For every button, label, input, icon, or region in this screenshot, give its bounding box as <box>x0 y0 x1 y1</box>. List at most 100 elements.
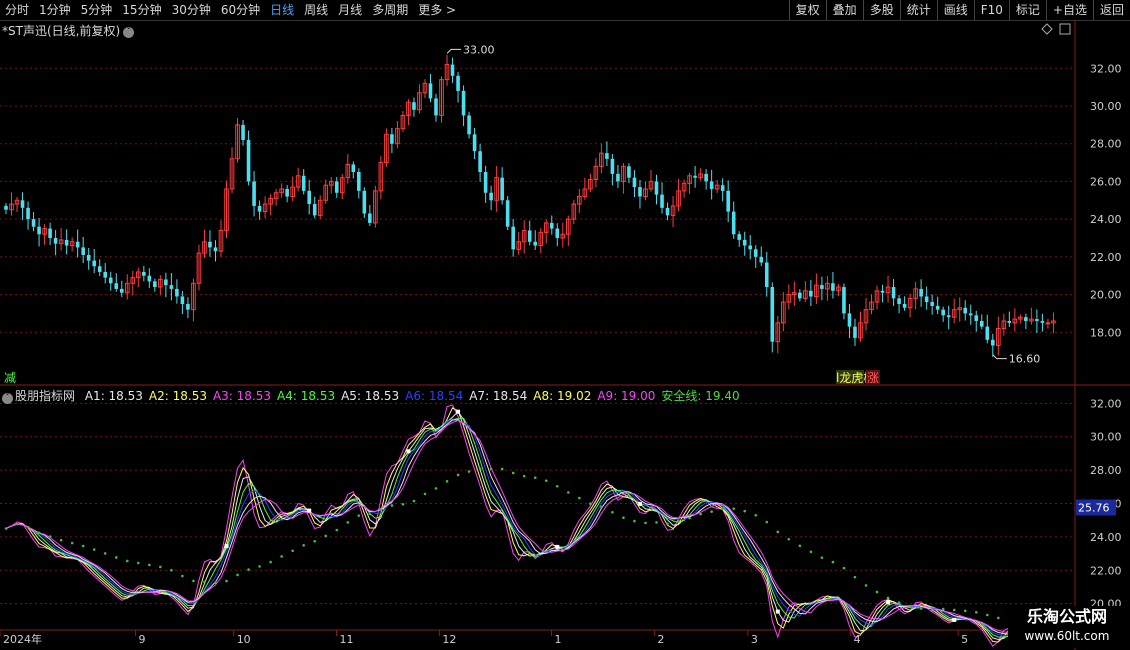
indicator-tick-label: 30.00 <box>1090 431 1122 444</box>
candle-body <box>357 172 361 191</box>
candle-body <box>213 247 218 252</box>
time-tick-label: 12 <box>442 633 456 646</box>
rise-tag: 涨 <box>867 370 879 385</box>
candle-body <box>147 275 152 282</box>
candle-body <box>412 102 416 110</box>
indicator-value-4: A5: 18.53 <box>341 389 400 403</box>
safety-line-dot <box>445 480 449 483</box>
safety-line-dot <box>997 616 1000 620</box>
candle-body <box>114 283 119 289</box>
chevron-down-icon[interactable]: ˅ <box>2 393 13 404</box>
safety-line-dot <box>500 467 504 471</box>
candle-body <box>312 204 317 216</box>
candle-body <box>709 181 714 189</box>
indicator-line-1 <box>5 407 1054 643</box>
candle-body <box>632 177 637 188</box>
indicator-value-8: A9: 19.00 <box>597 389 656 403</box>
candle-body <box>252 181 256 206</box>
time-tick-label: 2024年 <box>3 632 42 646</box>
signal-marker <box>456 409 461 414</box>
candle-body <box>434 98 438 116</box>
candle-body <box>334 181 339 193</box>
indicator-value-0: A1: 18.53 <box>84 389 143 403</box>
candle-body <box>704 173 708 182</box>
safety-line-dot <box>952 608 956 612</box>
indicator-name: 股朋指标网 <box>15 389 76 403</box>
safety-line-dot <box>655 521 658 524</box>
time-tick-label: 5 <box>961 633 968 646</box>
safety-line-dot <box>732 507 735 510</box>
candle-body <box>186 304 190 310</box>
safety-line-dot <box>368 512 372 516</box>
candle-body <box>208 241 212 248</box>
indicator-tick-label: 24.00 <box>1090 531 1122 544</box>
candle-body <box>638 187 642 197</box>
safety-line-dot <box>853 575 857 579</box>
watermark-url: www.60lt.com <box>1024 629 1110 643</box>
candle-body <box>368 213 372 223</box>
candle-body <box>979 320 984 327</box>
safety-line-dot <box>192 579 195 583</box>
candle-body <box>31 219 36 227</box>
candle-body <box>53 238 58 244</box>
candle-body <box>1045 322 1051 325</box>
indicator-value-7: A8: 19.02 <box>533 389 592 403</box>
candle-body <box>500 177 504 201</box>
candle-body <box>241 124 245 140</box>
safety-line-dot <box>809 550 813 554</box>
candle-body <box>935 305 940 310</box>
candle-body <box>820 285 824 289</box>
candle-body <box>809 290 813 297</box>
max-marker <box>446 48 462 54</box>
safety-line-dot <box>181 574 184 578</box>
indicator-line-3 <box>5 417 1054 638</box>
safety-line-dot <box>401 502 405 506</box>
safety-line-dot <box>214 581 217 585</box>
indicator-value-1: A2: 18.53 <box>148 389 207 403</box>
candle-body <box>1007 320 1012 323</box>
safety-line-dot <box>203 580 206 584</box>
safety-line-dot <box>103 552 107 555</box>
safety-line-dot <box>148 563 151 567</box>
candle-body <box>842 287 846 314</box>
safety-line-dot <box>666 522 669 526</box>
indicator-line-6 <box>5 419 1054 634</box>
signal-marker <box>952 617 957 622</box>
candle-body <box>285 188 289 197</box>
candle-body <box>483 172 488 193</box>
price-tick-label: 24.00 <box>1090 213 1122 226</box>
indicator-value-9: 安全线: 19.40 <box>661 389 740 403</box>
candle-body <box>108 277 113 284</box>
candle-body <box>119 288 124 293</box>
safety-line-dot <box>15 522 19 526</box>
panel-toggle-icon <box>1059 23 1071 35</box>
candle-body <box>153 281 157 288</box>
safety-line-dot <box>544 479 548 482</box>
candle-body <box>1035 319 1039 321</box>
signal-marker <box>555 544 560 549</box>
watermark-title: 乐淘公式网 <box>1026 607 1107 626</box>
safety-line-dot <box>335 528 339 532</box>
candle-body <box>726 190 730 212</box>
safety-line-dot <box>489 467 493 471</box>
safety-line-dot <box>622 516 625 519</box>
candle-body <box>48 228 52 238</box>
max-price-label: 33.00 <box>463 43 495 56</box>
safety-line-dot <box>555 484 559 488</box>
safety-line-dot <box>48 535 52 538</box>
safety-line-dot <box>842 566 846 570</box>
candle-body <box>456 75 460 91</box>
candle-body <box>257 205 262 212</box>
candle-body <box>930 302 934 306</box>
safety-line-dot <box>357 514 361 517</box>
time-tick-label: 10 <box>237 633 251 646</box>
candle-body <box>169 285 174 289</box>
safety-line-dot <box>70 541 74 545</box>
candle-body <box>20 200 25 208</box>
candle-body <box>246 139 251 182</box>
candle-body <box>307 190 312 205</box>
kline-chart[interactable]: 32.00 30.00 28.00 26.00 24.00 22.00 20.00 18.00… <box>0 0 1130 650</box>
safety-line-dot <box>600 505 603 509</box>
price-tick-label: 22.00 <box>1090 251 1122 264</box>
safety-line-dot <box>511 471 515 475</box>
